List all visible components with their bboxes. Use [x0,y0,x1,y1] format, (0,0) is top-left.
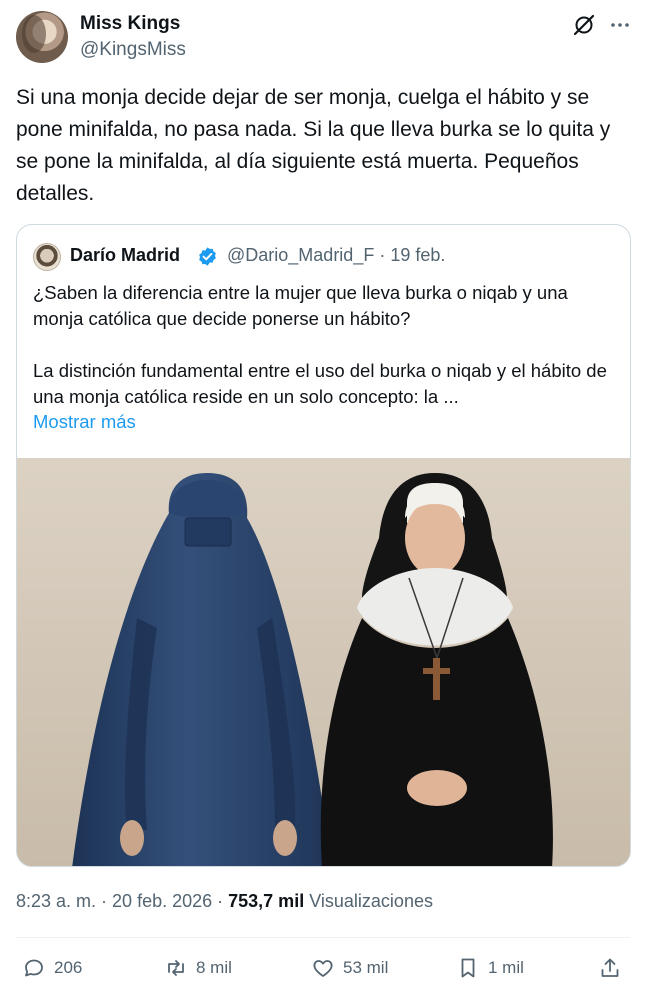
views-label: Visualizaciones [309,891,433,911]
post-time[interactable]: 8:23 a. m. [16,891,96,911]
author-display-name[interactable]: Miss Kings [80,13,180,35]
quoted-image[interactable] [17,458,630,866]
grok-icon[interactable] [572,13,596,37]
tweet-header: Miss Kings @KingsMiss [16,11,630,65]
bookmark-button[interactable]: 1 mil [456,950,524,986]
bookmark-icon [461,958,475,978]
quoted-date[interactable]: 19 feb. [390,245,445,265]
quoted-text: ¿Saben la diferencia entre la mujer que … [33,282,607,407]
reply-button[interactable]: 206 [22,950,82,986]
action-bar: 206 8 mil 53 mil 1 mil [16,950,630,986]
quoted-author-handle[interactable]: @Dario_Madrid_F [227,245,374,265]
reply-icon [25,959,43,977]
like-count: 53 mil [343,958,389,977]
author-handle[interactable]: @KingsMiss [80,39,186,61]
show-more-link[interactable]: Mostrar más [33,411,136,433]
quoted-tweet[interactable]: Darío Madrid @Dario_Madrid_F · 19 feb. ¿… [16,224,631,867]
repost-button[interactable]: 8 mil [164,950,232,986]
views-count: 753,7 mil [228,891,305,911]
post-date[interactable]: 20 feb. 2026 [112,891,212,911]
quoted-meta: @Dario_Madrid_F · 19 feb. [227,245,446,265]
timestamp: 8:23 a. m. · 20 feb. 2026 · 753,7 mil Vi… [16,891,433,911]
author-avatar[interactable] [16,11,68,63]
share-button[interactable] [598,950,622,986]
heart-icon [313,960,333,977]
burka-and-nun-illustration [17,458,630,866]
quoted-author-name[interactable]: Darío Madrid [70,245,180,266]
repost-icon [168,960,184,976]
reply-count: 206 [54,958,83,977]
verified-badge-icon [199,247,216,266]
divider [16,937,630,938]
like-button[interactable]: 53 mil [311,950,388,986]
share-icon [601,958,619,977]
tweet-text: Si una monja decide dejar de ser monja, … [16,86,611,205]
repost-count: 8 mil [196,958,232,977]
quoted-author-avatar[interactable] [33,243,61,271]
more-icon[interactable] [608,13,632,37]
bookmark-count: 1 mil [488,958,524,977]
